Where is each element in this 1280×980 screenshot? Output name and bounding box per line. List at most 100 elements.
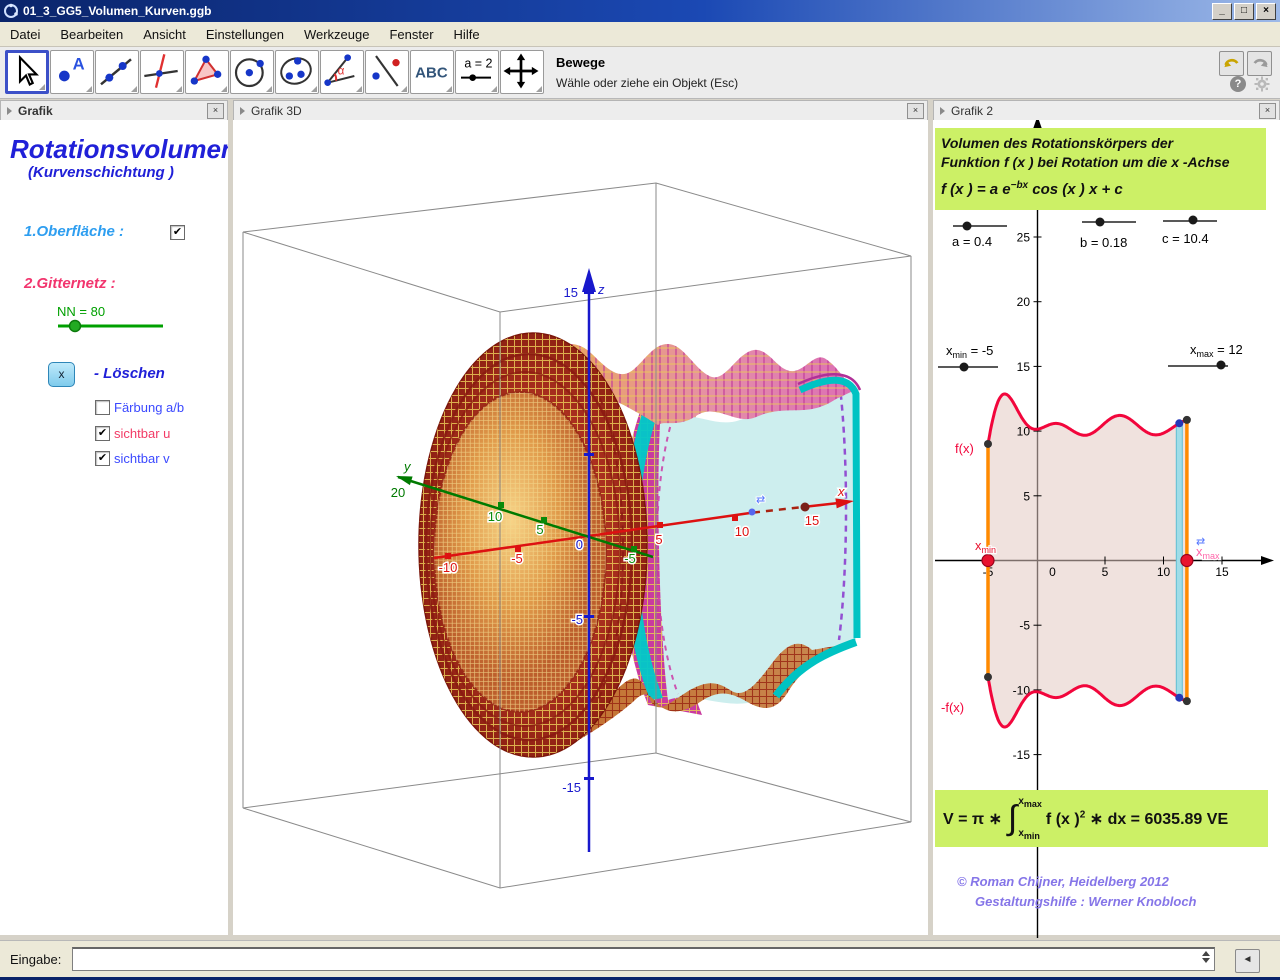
info-line2: Funktion f (x ) bei Rotation um die x -A…: [941, 153, 1262, 172]
menu-hilfe[interactable]: Hilfe: [444, 24, 490, 45]
tool-line[interactable]: [95, 50, 139, 94]
checkbox-faerbung[interactable]: [95, 400, 110, 415]
panel-grafik-header[interactable]: Grafik ×: [0, 100, 228, 122]
panel-grafik3d-close-icon[interactable]: ×: [907, 103, 924, 119]
function-formula: f (x ) = a e−bx cos (x ) x + c: [941, 176, 1262, 199]
y-tick-20: 20: [391, 485, 405, 500]
tool-reflect[interactable]: [365, 50, 409, 94]
origin-label: 0: [576, 537, 583, 552]
nn-slider-knob[interactable]: [70, 321, 81, 332]
svg-text:15: 15: [1017, 360, 1031, 374]
panel-grafik2-title: Grafik 2: [951, 104, 993, 118]
x-tick-5: 5: [655, 532, 662, 547]
tool-conic[interactable]: [275, 50, 319, 94]
status-tool-name: Bewege: [556, 55, 605, 70]
tool-angle[interactable]: α: [320, 50, 364, 94]
checkbox-sichtbar-u[interactable]: [95, 426, 110, 441]
menu-fenster[interactable]: Fenster: [379, 24, 443, 45]
volume-value: 6035.89: [1144, 811, 1202, 828]
panel-grafik3d: Grafik 3D ×: [233, 100, 928, 940]
z-tick-15: 15: [564, 285, 578, 300]
y-tick-10: 10: [488, 509, 502, 524]
polygon-icon: [186, 51, 226, 91]
svg-text:-5: -5: [1019, 619, 1030, 633]
tool-perpendicular-line[interactable]: [140, 50, 184, 94]
y-axis-label: y: [403, 459, 412, 474]
delete-label: - Löschen: [94, 365, 165, 382]
slider-a-knob[interactable]: [963, 222, 972, 231]
eingabe-input[interactable]: [75, 950, 1189, 970]
integral-limits: xmax xmin: [1018, 795, 1042, 843]
svg-text:10: 10: [1157, 565, 1171, 579]
menu-werkzeuge[interactable]: Werkzeuge: [294, 24, 380, 45]
x-axis-label: x: [837, 484, 845, 499]
redo-button[interactable]: [1247, 51, 1272, 76]
svg-text:A: A: [73, 54, 85, 73]
panel-grafik-title: Grafik: [18, 104, 53, 118]
label-sichtbar-v: sichtbar v: [114, 451, 170, 466]
slider-a-label: a = 0.4: [952, 234, 992, 249]
tool-polygon[interactable]: [185, 50, 229, 94]
slider-xmin-knob[interactable]: [960, 363, 969, 372]
splitter-right[interactable]: [928, 100, 933, 940]
menu-einstellungen[interactable]: Einstellungen: [196, 24, 294, 45]
tool-point[interactable]: A: [50, 50, 94, 94]
svg-text:15: 15: [1215, 565, 1229, 579]
tool-text[interactable]: ABC: [410, 50, 454, 94]
3d-view[interactable]: 15 z -5 -15 0 y 20 10 5 -5 -10 -5 5 10 1…: [233, 120, 928, 935]
move-view-icon: [501, 51, 541, 91]
text-abc-icon: ABC: [411, 51, 451, 91]
app-icon: [3, 3, 19, 19]
panel-grafik: Grafik × Rotationsvolumen (Kurvenschicht…: [0, 100, 228, 940]
x-tick-10: 10: [735, 524, 749, 539]
tool-move-view[interactable]: [500, 50, 544, 94]
surface-checkbox[interactable]: [170, 225, 185, 240]
panel-grafik-close-icon[interactable]: ×: [207, 103, 224, 119]
checkbox-sichtbar-v[interactable]: [95, 451, 110, 466]
help-icon[interactable]: ?: [1230, 76, 1246, 92]
gear-icon[interactable]: [1254, 76, 1270, 92]
menu-bearbeiten[interactable]: Bearbeiten: [50, 24, 133, 45]
credits-line2: Gestaltungshilfe : Werner Knobloch: [975, 894, 1197, 909]
doc-heading: Rotationsvolumen: [10, 134, 237, 165]
volume-unit: VE: [1207, 811, 1228, 828]
close-button[interactable]: ×: [1256, 3, 1276, 20]
plot-dynamic-content: 252015105-5-10-15-5051015: [982, 231, 1229, 763]
nn-slider[interactable]: [50, 316, 175, 336]
delete-x-button[interactable]: x: [48, 362, 75, 387]
surface-label: 1.Oberfläche :: [24, 223, 124, 240]
xmax-move-icon[interactable]: ⇄: [1196, 536, 1205, 548]
tool-slider[interactable]: a = 2: [455, 50, 499, 94]
panel-arrow-icon: [7, 107, 12, 115]
svg-text:ABC: ABC: [415, 65, 448, 82]
menu-datei[interactable]: Datei: [0, 24, 50, 45]
slider-c-knob[interactable]: [1189, 216, 1198, 225]
move-point-icon[interactable]: ⇄: [756, 494, 765, 506]
slider-xmax-knob[interactable]: [1217, 361, 1226, 370]
toolbar-status: Bewege Wähle oder ziehe ein Objekt (Esc): [556, 54, 738, 90]
svg-text:α: α: [338, 64, 345, 77]
info-line1: Volumen des Rotationskörpers der: [941, 134, 1262, 153]
circle-icon: [231, 51, 271, 91]
panel-grafik2-header[interactable]: Grafik 2 ×: [933, 100, 1280, 122]
panel-grafik2-close-icon[interactable]: ×: [1259, 103, 1276, 119]
splitter-left[interactable]: [228, 100, 233, 940]
input-spinner[interactable]: [1202, 951, 1210, 963]
minimize-button[interactable]: _: [1212, 3, 1232, 20]
label-sichtbar-u: sichtbar u: [114, 426, 170, 441]
label-faerbung: Färbung a/b: [114, 400, 184, 415]
undo-button[interactable]: [1219, 51, 1244, 76]
tool-move[interactable]: [5, 50, 49, 94]
f-label: f(x): [955, 441, 974, 456]
slider-b-knob[interactable]: [1096, 218, 1105, 227]
maximize-button[interactable]: □: [1234, 3, 1254, 20]
panel-arrow-icon: [940, 107, 945, 115]
input-bar: Eingabe: ◄: [0, 940, 1280, 978]
input-help-toggle[interactable]: ◄: [1235, 949, 1260, 973]
point-icon: A: [51, 51, 91, 91]
tool-circle[interactable]: [230, 50, 274, 94]
panel-grafik3d-header[interactable]: Grafik 3D ×: [233, 100, 928, 122]
eingabe-label: Eingabe:: [10, 952, 61, 967]
perpendicular-line-icon: [141, 51, 181, 91]
menu-ansicht[interactable]: Ansicht: [133, 24, 196, 45]
